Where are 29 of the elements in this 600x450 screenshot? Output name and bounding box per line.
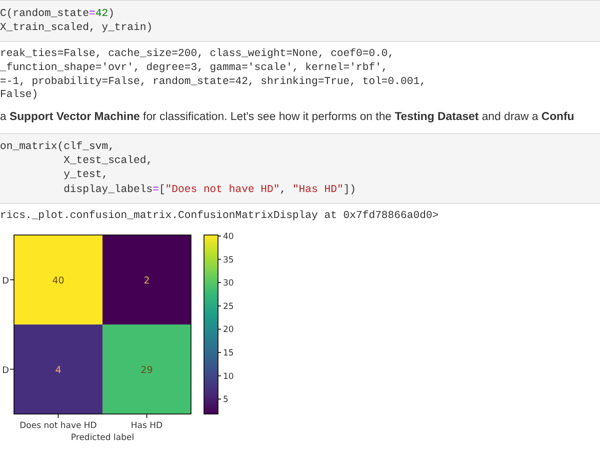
markdown-text: a Support Vector Machine for classification. Let's see how it performs on the Testing Dataset and draw a Confu — [0, 110, 574, 125]
code-line: X_train_scaled, y_train) — [0, 21, 153, 36]
axis-label: Does not have HD — [20, 421, 97, 432]
output-line: reak_ties=False, cache_size=200, class_weight=None, coef0=0.0, — [0, 48, 394, 62]
code-line: display_labels=["Does not have HD", "Has HD"]) — [62, 182, 356, 197]
code-line: on_matrix(clf_svm, — [0, 140, 114, 154]
output-line: rics._plot.confusion_matrix.ConfusionMatrixDisplay at 0x7fd78866a0d0> — [0, 210, 439, 224]
colorbar-tick-label: 10 — [223, 372, 234, 382]
colorbar-tick-label: 35 — [223, 256, 234, 266]
colorbar-tick-label: 30 — [223, 278, 234, 289]
cell-value: 2 — [144, 276, 150, 287]
axis-label: Has HD — [130, 421, 163, 432]
output-line: =-1, probability=False, random_state=42, shrinking=True, tol=0.001, — [0, 76, 426, 89]
cell-value: 40 — [52, 276, 64, 287]
cell-value: 29 — [140, 365, 153, 376]
output-line: False) — [0, 89, 38, 103]
colorbar-tick-label: 20 — [223, 326, 234, 336]
cell-value: 4 — [55, 365, 62, 376]
code-line: X_test_scaled, — [62, 154, 153, 168]
axis-label: D — [2, 366, 9, 376]
colorbar-tick-label: 25 — [223, 302, 234, 312]
output-line: _function_shape='ovr', degree=3, gamma='scale', kernel='rbf', — [0, 62, 388, 76]
colorbar-tick-label: 5 — [223, 395, 228, 406]
colorbar-tick-label: 15 — [223, 348, 234, 359]
code-line: y_test, — [62, 168, 108, 182]
code-line: C(random_state=42) — [0, 7, 114, 22]
colorbar-tick-label: 40 — [223, 232, 234, 242]
axis-label: D — [2, 276, 9, 287]
axis-title: Predicted label — [70, 433, 134, 444]
